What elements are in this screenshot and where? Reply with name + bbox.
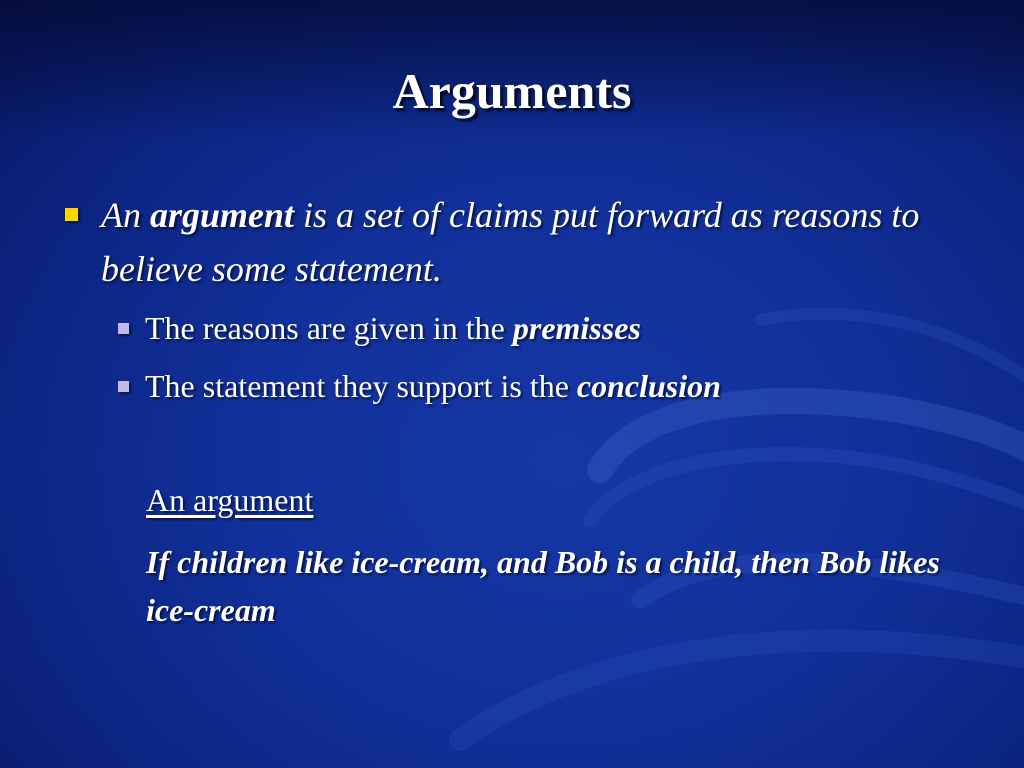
example-argument-text: If children like ice-cream, and Bob is a… [146,544,940,628]
sub-bullet-text: The statement they support is the [145,368,577,404]
definition-lead: An [101,195,150,235]
secondary-bullet-icon [118,381,129,392]
secondary-bullet-icon [118,323,129,334]
slide-title: Arguments [392,63,632,119]
sub-bullet-term: conclusion [576,368,721,404]
sub-bullet-text: The reasons are given in the [145,310,513,346]
slide: Arguments An argument is a set of claims… [0,0,1024,768]
sub-bullet-premisses: The reasons are given in the premisses [145,308,641,348]
example-heading: An argument [146,482,314,518]
definition-term: argument [150,195,295,235]
sub-bullet-term: premisses [512,310,641,346]
sub-bullet-conclusion: The statement they support is the conclu… [145,366,721,406]
bullet-argument-definition: An argument is a set of claims put forwa… [101,188,981,296]
primary-bullet-icon [65,208,78,221]
